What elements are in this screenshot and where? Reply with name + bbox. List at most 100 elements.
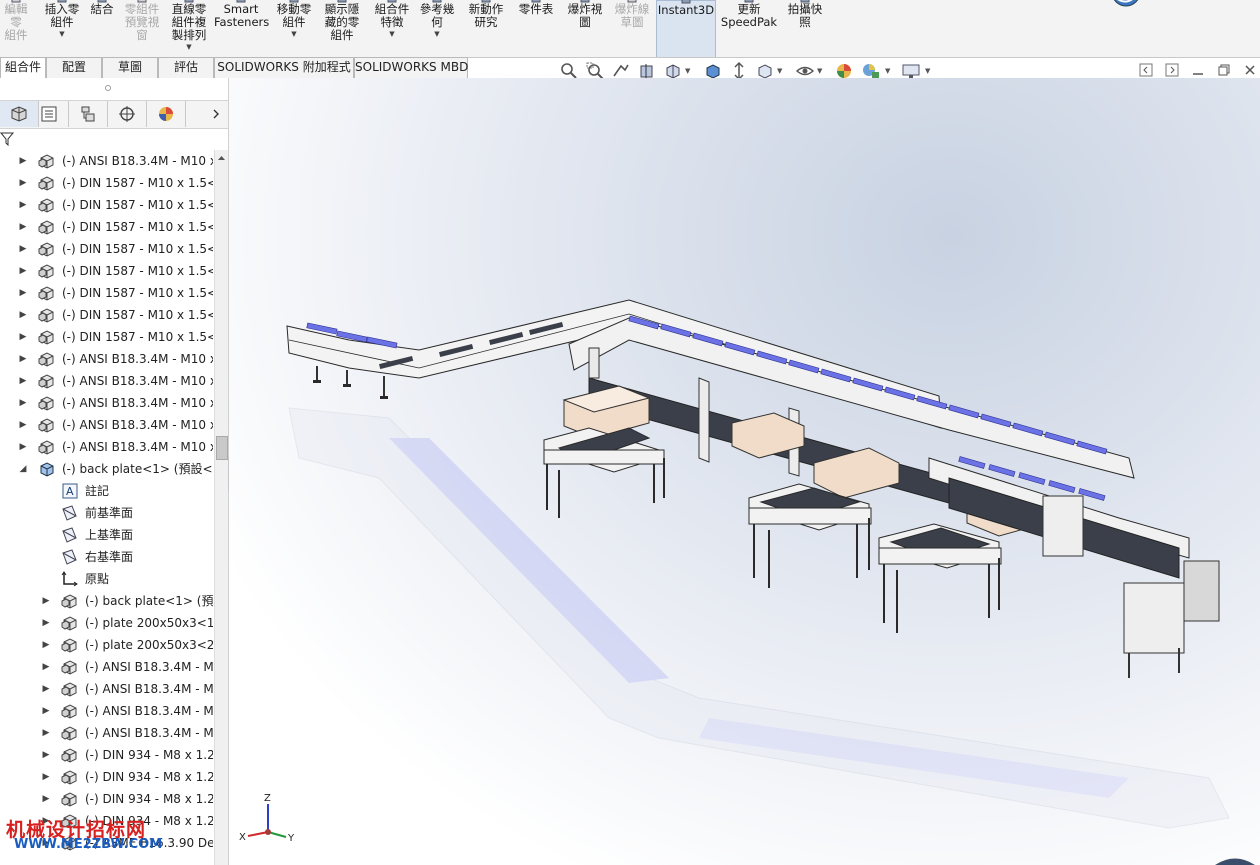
tab-0[interactable]: 組合件 (0, 57, 46, 79)
display-manager-tab[interactable] (147, 101, 186, 127)
configuration-manager-tab[interactable] (69, 101, 108, 127)
tree-item[interactable]: 原點 (0, 568, 213, 590)
expand-arrow-icon[interactable]: ▶ (18, 414, 28, 436)
tree-item[interactable]: ▶ (-) DIN 934 - M8 x 1.25 (0, 788, 213, 810)
smart-fasteners-button[interactable]: Smart Fasteners (214, 0, 269, 56)
dropdown-arrow-icon[interactable]: ▼ (40, 30, 84, 38)
filter-icon[interactable] (0, 132, 16, 146)
take-snapshot-button[interactable]: 拍攝快 照 (782, 0, 828, 56)
dropdown-arrow-icon[interactable]: ▼ (416, 30, 458, 38)
tab-4[interactable]: SOLIDWORKS 附加程式 (214, 57, 354, 78)
assembly-features-button[interactable]: 組合件 特徵 ▼ (368, 0, 416, 56)
expand-arrow-icon[interactable]: ▶ (18, 304, 28, 326)
tree-item[interactable]: ▶ (-) ANSI B18.3.4M - M10 x (0, 150, 213, 172)
dimxpert-manager-tab[interactable] (108, 101, 147, 127)
tree-item[interactable]: ▶ (-) DIN 1587 - M10 x 1.5<1 (0, 326, 213, 348)
tree-item[interactable]: 右基準面 (0, 546, 213, 568)
tree-item[interactable]: ▶ (-) ANSI B18.3.4M - M8 (0, 700, 213, 722)
solidworks-globe-icon[interactable] (1100, 0, 1140, 10)
expand-arrow-icon[interactable]: ▶ (18, 172, 28, 194)
tree-item[interactable]: ▶ (-) DIN 1587 - M10 x 1.5<9 (0, 260, 213, 282)
eye-dropdown-icon[interactable]: ▼ (817, 67, 822, 75)
tree-item[interactable]: ▶ (-) plate 200x50x3<2> (0, 634, 213, 656)
exploded-view-button[interactable]: 爆炸視 圖 (562, 0, 608, 56)
update-speedpak-button[interactable]: 更新 SpeedPak (720, 0, 778, 56)
previous-pane-icon[interactable] (1138, 62, 1154, 78)
tree-item[interactable]: ▶ (-) ANSI B18.3.4M - M10 x (0, 436, 213, 458)
tree-item[interactable]: ▶ (-) ANSI B18.3.4M - M10 x (0, 348, 213, 370)
minimize-window-icon[interactable] (1190, 62, 1206, 78)
expand-arrow-icon[interactable]: ▶ (18, 282, 28, 304)
tree-item[interactable]: ▶ (-) ANSI B18.3.4M - M8 (0, 722, 213, 744)
dropdown-arrow-icon[interactable]: ▼ (166, 43, 212, 51)
expand-arrow-icon[interactable]: ▶ (41, 788, 51, 810)
panel-tabs-more-icon[interactable] (210, 108, 222, 120)
move-component-button[interactable]: 移動零 組件 ▼ (272, 0, 316, 56)
expand-arrow-icon[interactable]: ▶ (18, 150, 28, 172)
view-cube-corner-icon[interactable] (1210, 850, 1260, 865)
tree-item[interactable]: ◢ (-) back plate<1> (預設<顯 (0, 458, 213, 480)
tree-item[interactable]: ▶ (-) ANSI B18.3.4M - M8 (0, 678, 213, 700)
tree-item[interactable]: ▶ (-) DIN 1587 - M10 x 1.5<1 (0, 282, 213, 304)
mate-button[interactable]: 結合 (88, 0, 116, 56)
tree-item[interactable]: ▶ (-) ANSI B18.3.4M - M10 x (0, 392, 213, 414)
property-manager-tab[interactable] (30, 101, 69, 127)
tree-item[interactable]: ▶ (-) DIN 1587 - M10 x 1.5<1 (0, 304, 213, 326)
tree-item[interactable]: ▶ (-) DIN 934 - M8 x 1.25 (0, 744, 213, 766)
expand-arrow-icon[interactable]: ▶ (18, 326, 28, 348)
tree-item[interactable]: ▶ (-) ANSI B18.3.4M - M8 (0, 656, 213, 678)
tab-1[interactable]: 配置 (46, 57, 102, 78)
tree-item[interactable]: ▶ (-) plate 200x50x3<1> (0, 612, 213, 634)
close-window-icon[interactable] (1242, 62, 1258, 78)
tree-item[interactable]: ▶ (-) ANSI B18.3.4M - M10 x (0, 414, 213, 436)
linear-component-pattern-button[interactable]: 直線零 組件複 製排列 ▼ (166, 0, 212, 56)
view-settings-dropdown-icon[interactable]: ▼ (925, 67, 930, 75)
display-dropdown-icon[interactable]: ▼ (777, 67, 782, 75)
tree-item[interactable]: ▶ (-) DIN 1587 - M10 x 1.5<6 (0, 194, 213, 216)
tree-item[interactable]: ▶ (-) DIN 1587 - M10 x 1.5<8 (0, 238, 213, 260)
expand-arrow-icon[interactable]: ▶ (41, 678, 51, 700)
expand-arrow-icon[interactable]: ▶ (18, 436, 28, 458)
scene-dropdown-icon[interactable]: ▼ (885, 67, 890, 75)
expand-arrow-icon[interactable]: ▶ (18, 348, 28, 370)
expand-arrow-icon[interactable]: ▶ (41, 612, 51, 634)
tree-item[interactable]: A 註記 (0, 480, 213, 502)
next-pane-icon[interactable] (1164, 62, 1180, 78)
expand-arrow-icon[interactable]: ▶ (41, 590, 51, 612)
conveyor-assembly-model[interactable] (229, 78, 1260, 865)
tab-2[interactable]: 草圖 (102, 57, 158, 78)
expand-arrow-icon[interactable]: ▶ (41, 634, 51, 656)
expand-arrow-icon[interactable]: ▶ (41, 744, 51, 766)
tree-item[interactable]: ▶ (-) ANSI B18.3.4M - M10 x (0, 370, 213, 392)
restore-window-icon[interactable] (1216, 62, 1232, 78)
expand-arrow-icon[interactable]: ▶ (18, 392, 28, 414)
show-hidden-components-button[interactable]: 顯示隱 藏的零 組件 (320, 0, 364, 56)
tree-item[interactable]: ▶ (-) back plate<1> (預設 (0, 590, 213, 612)
view-orientation-dropdown-icon[interactable]: ▼ (685, 67, 690, 75)
tree-item[interactable]: 前基準面 (0, 502, 213, 524)
tree-item[interactable]: ▶ (-) DIN 1587 - M10 x 1.5<5 (0, 172, 213, 194)
dropdown-arrow-icon[interactable]: ▼ (272, 30, 316, 38)
tree-item[interactable]: 上基準面 (0, 524, 213, 546)
expand-arrow-icon[interactable]: ▶ (41, 700, 51, 722)
tree-item[interactable]: ▶ (-) DIN 934 - M8 x 1.25 (0, 766, 213, 788)
scroll-thumb[interactable] (216, 436, 228, 460)
component-preview-window-button[interactable]: 零組件 預覽視 窗 (120, 0, 164, 56)
insert-components-button[interactable]: 插入零 組件 ▼ (40, 0, 84, 56)
new-motion-study-button[interactable]: 新動作 研究 (462, 0, 510, 56)
edit-component-button[interactable]: 編輯零 組件 (0, 0, 32, 56)
expand-arrow-icon[interactable]: ▶ (41, 656, 51, 678)
dropdown-arrow-icon[interactable]: ▼ (368, 30, 416, 38)
scroll-up-icon[interactable] (217, 154, 226, 162)
tab-5[interactable]: SOLIDWORKS MBD (354, 57, 468, 78)
expand-arrow-icon[interactable]: ▶ (18, 370, 28, 392)
tree-scrollbar[interactable] (214, 150, 228, 865)
expand-arrow-icon[interactable]: ▶ (18, 260, 28, 282)
tab-3[interactable]: 評估 (158, 57, 214, 78)
expand-arrow-icon[interactable]: ▶ (18, 194, 28, 216)
bill-of-materials-button[interactable]: 零件表 (514, 0, 558, 56)
expand-arrow-icon[interactable]: ▶ (41, 766, 51, 788)
instant3d-button[interactable]: Instant3D (656, 0, 716, 57)
expand-arrow-icon[interactable]: ▶ (18, 216, 28, 238)
tree-item[interactable]: ▶ (-) DIN 1587 - M10 x 1.5<7 (0, 216, 213, 238)
